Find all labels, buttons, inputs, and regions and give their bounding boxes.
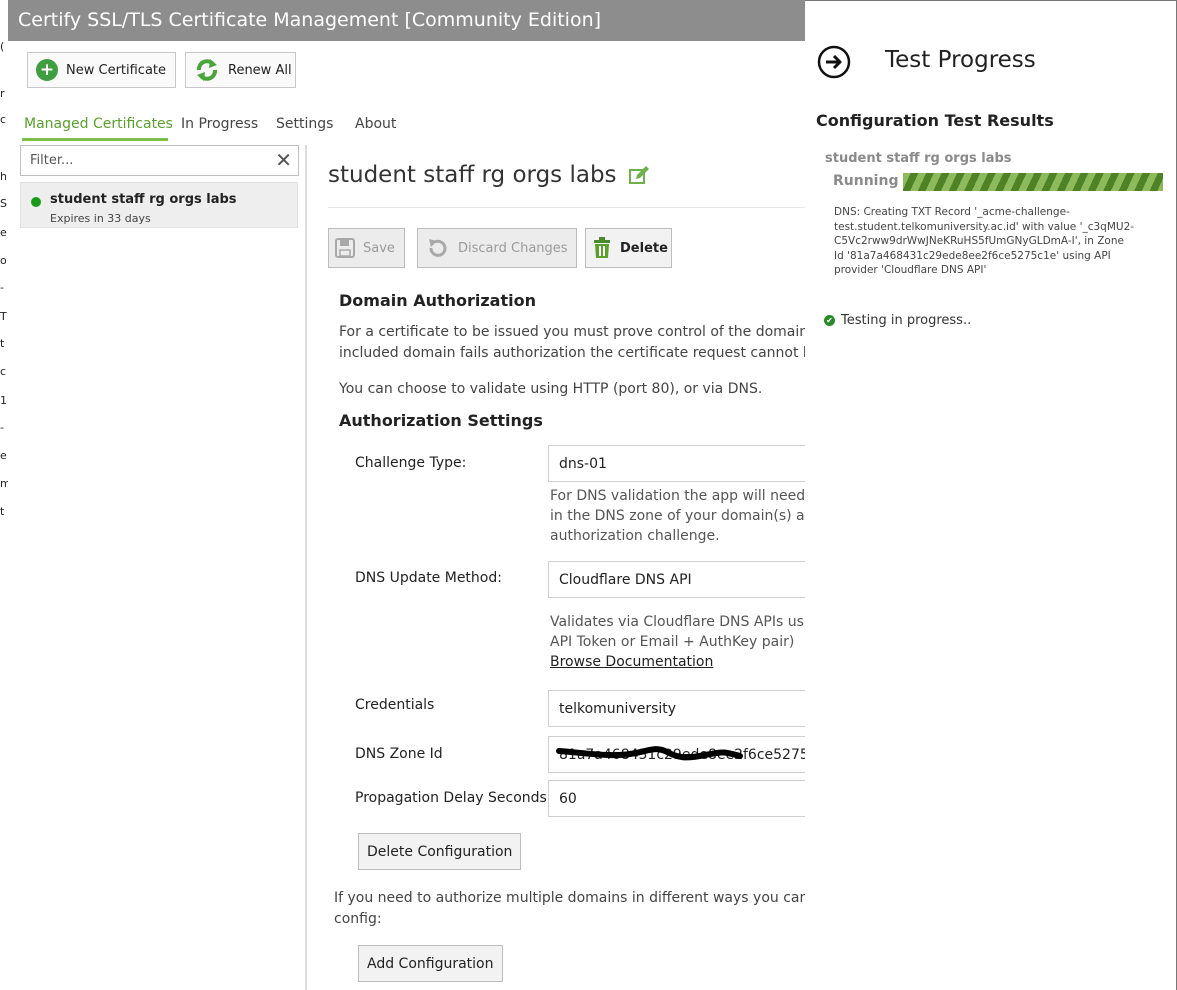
tab-in-progress[interactable]: In Progress <box>181 116 258 132</box>
text-line: in the DNS zone of your domain(s) as a <box>550 508 805 524</box>
text-line: For a certificate to be issued you must … <box>339 324 805 340</box>
refresh-icon <box>194 57 220 83</box>
text-line: If you need to authorize multiple domain… <box>334 890 805 906</box>
validation-choice-text: You can choose to validate using HTTP (p… <box>339 381 763 397</box>
tab-managed-certificates[interactable]: Managed Certificates <box>24 116 173 132</box>
authorization-settings-heading: Authorization Settings <box>339 411 543 430</box>
test-progress-panel <box>805 0 1177 990</box>
strip-fragment: c <box>0 113 7 126</box>
strip-fragment: e <box>0 226 7 239</box>
renew-all-label: Renew All <box>228 62 292 78</box>
credentials-select[interactable]: telkomuniversity <box>548 690 805 727</box>
certificate-expiry: Expires in 33 days <box>50 212 151 225</box>
strip-fragment: - <box>0 281 4 294</box>
propagation-delay-label: Propagation Delay Seconds <box>355 790 547 806</box>
plus-circle-icon: + <box>36 59 58 81</box>
log-line: C5Vc2rww9drWwJNeKRuHS5fUmGNyGLDmA-I', in… <box>834 235 1124 247</box>
active-tab-indicator <box>22 138 168 141</box>
window-title: Certify SSL/TLS Certificate Management [… <box>18 9 602 31</box>
delete-button[interactable]: Delete <box>585 228 672 268</box>
configuration-test-results-heading: Configuration Test Results <box>816 111 1054 130</box>
domain-authorization-heading: Domain Authorization <box>339 291 536 310</box>
trash-icon <box>592 237 612 259</box>
renew-all-button[interactable]: Renew All <box>185 52 296 88</box>
text-line: Validates via Cloudflare DNS APIs using <box>550 614 805 630</box>
discard-changes-button[interactable]: Discard Changes <box>417 228 577 268</box>
check-circle-icon: ✔ <box>824 315 835 326</box>
strip-fragment: S <box>0 197 7 210</box>
discard-changes-label: Discard Changes <box>458 240 568 256</box>
domain-authorization-text: For a certificate to be issued you must … <box>339 322 805 364</box>
text-line: For DNS validation the app will need to <box>550 488 805 504</box>
credentials-label: Credentials <box>355 697 435 713</box>
strip-fragment: T <box>0 310 7 323</box>
test-log-message: DNS: Creating TXT Record '_acme-challeng… <box>834 205 1134 278</box>
strip-fragment: t <box>0 505 5 518</box>
log-line: Id '81a7a468431c29ede8ee2f6ce5275c1e' us… <box>834 249 1111 262</box>
dns-update-method-label: DNS Update Method: <box>355 570 502 586</box>
certificate-title: student staff rg orgs labs <box>328 162 617 188</box>
save-label: Save <box>363 240 395 256</box>
filter-input[interactable]: Filter... ✕ <box>20 145 299 176</box>
new-certificate-button[interactable]: + New Certificate <box>27 52 176 88</box>
strip-fragment: 1 <box>0 394 7 407</box>
status-dot-icon <box>31 197 41 207</box>
strip-fragment: c <box>0 365 7 378</box>
save-disk-icon <box>335 238 355 258</box>
propagation-delay-input[interactable]: 60 <box>548 780 805 817</box>
challenge-type-label: Challenge Type: <box>355 455 467 471</box>
arrow-right-circle-icon[interactable] <box>817 45 851 79</box>
delete-configuration-button[interactable]: Delete Configuration <box>358 833 522 870</box>
text-line: API Token or Email + AuthKey pair) <box>550 634 795 650</box>
certificate-name: student staff rg orgs labs <box>50 192 237 207</box>
browse-documentation-link[interactable]: Browse Documentation <box>550 652 805 672</box>
challenge-help-text: For DNS validation the app will need to … <box>550 486 805 546</box>
dns-zone-id-label: DNS Zone Id <box>355 746 443 762</box>
strip-fragment: h <box>0 170 7 183</box>
running-status-label: Running <box>833 173 899 189</box>
multiple-domains-text: If you need to authorize multiple domain… <box>334 888 805 930</box>
strip-fragment: - <box>0 421 4 434</box>
tab-settings[interactable]: Settings <box>276 116 333 132</box>
delete-label: Delete <box>620 240 668 256</box>
log-line: test.student.telkomuniversity.ac.id' wit… <box>834 220 1135 233</box>
dns-zone-id-input[interactable]: 81a7a468431c29ede8ee2f6ce5275c1e <box>548 736 805 773</box>
redaction-scribble <box>556 746 743 761</box>
undo-icon <box>426 237 448 259</box>
challenge-type-select[interactable]: dns-01 <box>548 445 805 482</box>
save-button[interactable]: Save <box>328 228 405 268</box>
test-status: ✔ Testing in progress.. <box>824 313 971 328</box>
edit-icon[interactable] <box>627 164 651 188</box>
title-bar[interactable]: Certify SSL/TLS Certificate Management [… <box>8 0 805 41</box>
log-line: provider 'Cloudflare DNS API' <box>834 264 987 276</box>
pane-divider[interactable] <box>305 145 307 990</box>
strip-fragment: t <box>0 337 5 350</box>
app-window: Certify SSL/TLS Certificate Management [… <box>8 0 805 990</box>
certificate-list-item[interactable]: student staff rg orgs labs Expires in 33… <box>20 182 298 228</box>
divider <box>328 207 805 208</box>
test-certificate-name: student staff rg orgs labs <box>825 151 1012 166</box>
close-icon[interactable]: ✕ <box>275 148 292 172</box>
text-line: config: <box>334 911 382 927</box>
text-line: included domain fails authorization the … <box>339 345 805 361</box>
new-certificate-label: New Certificate <box>66 62 167 78</box>
tab-about[interactable]: About <box>355 116 396 132</box>
strip-fragment: e <box>0 449 7 462</box>
add-configuration-button[interactable]: Add Configuration <box>358 945 503 982</box>
test-progress-bar <box>903 173 1163 191</box>
strip-fragment: o <box>0 254 7 267</box>
dns-update-method-select[interactable]: Cloudflare DNS API <box>548 561 805 598</box>
strip-fragment: ( <box>0 40 5 53</box>
dns-method-help-text: Validates via Cloudflare DNS APIs using … <box>550 612 805 672</box>
text-line: authorization challenge. <box>550 528 720 544</box>
log-line: DNS: Creating TXT Record '_acme-challeng… <box>834 206 1070 218</box>
filter-placeholder: Filter... <box>30 153 74 168</box>
strip-fragment: r <box>0 87 5 100</box>
test-status-text: Testing in progress.. <box>841 313 972 328</box>
test-progress-title: Test Progress <box>885 47 1036 73</box>
